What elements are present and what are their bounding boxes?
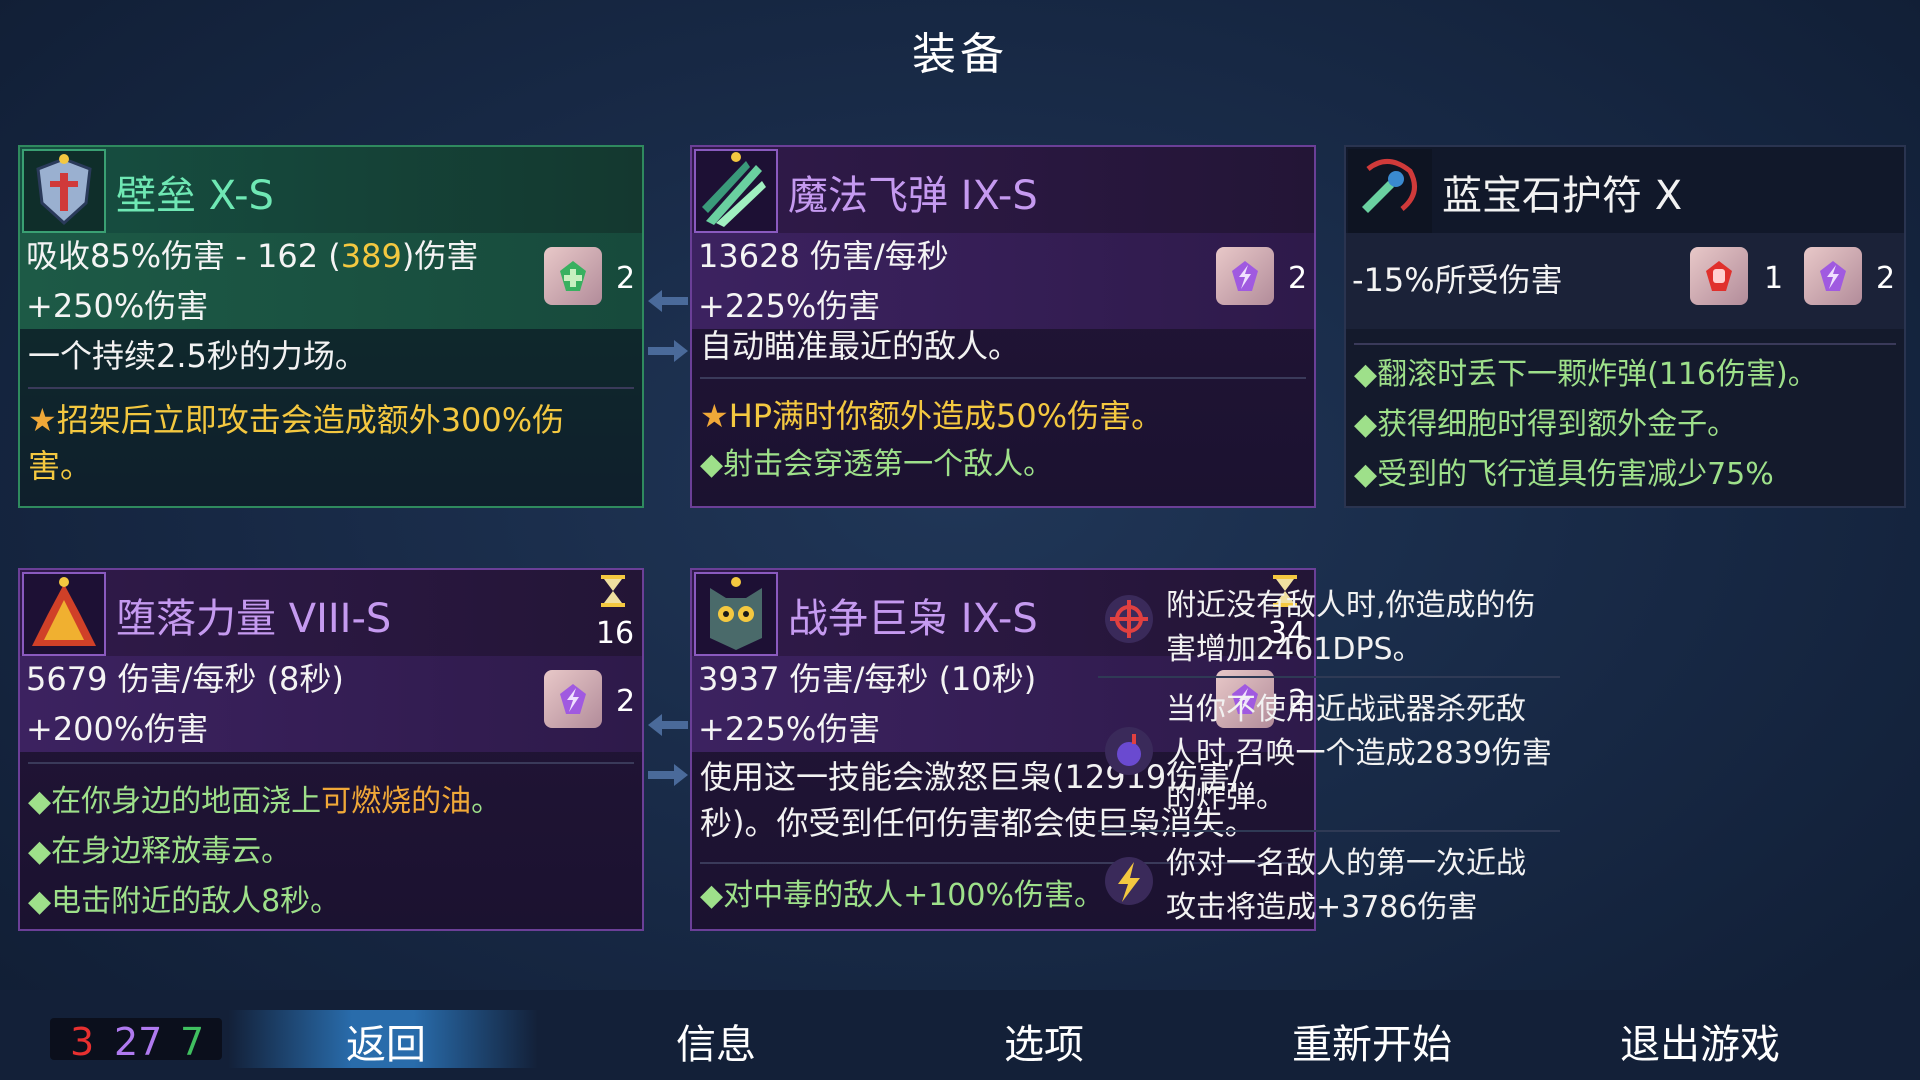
item-name: 蓝宝石护符 X (1442, 173, 1683, 219)
survival-scroll-icon (544, 247, 602, 305)
star-icon: ★ (28, 401, 57, 439)
item-damage-bonus: +225%伤害 (698, 710, 881, 748)
bomb-icon (1105, 727, 1153, 775)
item-bullet: ◆翻滚时丢下一颗炸弹(116伤害)。 (1354, 357, 1818, 392)
mutation-item[interactable]: 你对一名敌人的第一次近战攻击将造成+3786伤害 (1098, 834, 1560, 931)
options-button[interactable]: 选项 (1004, 1012, 1084, 1070)
item-bullet: ◆受到的飞行道具伤害减少75% (1354, 457, 1774, 492)
divider (1354, 343, 1896, 345)
card-header (20, 147, 642, 233)
item-stat-line: 吸收85%伤害 - 162 (389)伤害 (26, 237, 479, 275)
cooldown-timer: 16 (595, 616, 635, 651)
mutation-item[interactable]: 当你不使用近战武器杀死敌人时,召唤一个造成2839伤害的炸弹。 (1098, 680, 1560, 832)
item-bullet: ◆电击附近的敌人8秒。 (28, 884, 341, 919)
tactics-scroll-icon (1804, 247, 1862, 305)
survival-count: 7 (180, 1020, 205, 1064)
lightning-icon (1105, 857, 1153, 905)
item-description: 自动瞄准最近的敌人。 (700, 327, 1021, 365)
divider (700, 377, 1306, 379)
screen-title: 装备 (912, 29, 1008, 80)
divider (28, 762, 634, 764)
item-description: 一个持续2.5秒的力场。 (28, 337, 367, 375)
crosshair-icon (1105, 595, 1153, 643)
tactics-count: 27 (114, 1020, 163, 1064)
item-name: 壁垒 X-S (116, 173, 274, 219)
item-damage-bonus: +225%伤害 (698, 287, 881, 325)
scroll-count: 1 (1764, 261, 1784, 296)
mutation-text: 附近没有敌人时,你造成的伤害增加2461DPS。 (1166, 588, 1536, 667)
info-button[interactable]: 信息 (676, 1012, 756, 1070)
item-perk: ★HP满时你额外造成50%伤害。 (700, 397, 1164, 435)
amulet-icon (1348, 149, 1432, 233)
item-bullet: ◆在你身边的地面浇上可燃烧的油。 (28, 784, 502, 819)
mutation-text: 当你不使用近战武器杀死敌人时,召唤一个造成2839伤害的炸弹。 (1166, 692, 1552, 815)
equipment-card-corrupted-power[interactable]: 堕落力量 VIII-S 16 5679 伤害/每秒 (8秒) +200%伤害 2… (18, 568, 644, 931)
item-damage-bonus: +250%伤害 (26, 287, 209, 325)
item-bullet: ◆在身边释放毒云。 (28, 834, 292, 869)
scroll-count: 2 (616, 684, 636, 719)
item-damage-bonus: +200%伤害 (26, 710, 209, 748)
item-stat-line: 5679 伤害/每秒 (8秒) (26, 660, 344, 698)
scroll-count: 2 (1288, 261, 1308, 296)
item-stat-line: 13628 伤害/每秒 (698, 237, 949, 275)
stat-counter: 3 27 7 (50, 1018, 222, 1064)
mutation-text: 你对一名敌人的第一次近战攻击将造成+3786伤害 (1166, 846, 1526, 925)
scroll-count: 2 (1876, 261, 1896, 296)
item-name: 堕落力量 VIII-S (116, 596, 392, 642)
star-icon: ★ (700, 397, 729, 435)
restart-button[interactable]: 重新开始 (1292, 1012, 1452, 1070)
tactics-scroll-icon (544, 670, 602, 728)
quit-game-button[interactable]: 退出游戏 (1620, 1012, 1780, 1070)
scroll-count: 2 (616, 261, 636, 296)
shield-icon (22, 149, 106, 233)
tactics-scroll-icon (1216, 247, 1274, 305)
item-bullet: ◆获得细胞时得到额外金子。 (1354, 407, 1738, 442)
arrow-right-icon[interactable] (646, 762, 690, 788)
brutality-scroll-icon (1690, 247, 1748, 305)
item-stat-line: -15%所受伤害 (1352, 261, 1563, 299)
equipment-card-rampart[interactable]: 壁垒 X-S 吸收85%伤害 - 162 (389)伤害 +250%伤害 2 一… (18, 145, 644, 508)
brutality-count: 3 (70, 1020, 95, 1064)
owl-icon (694, 572, 778, 656)
equipment-card-sapphire-amulet[interactable]: 蓝宝石护符 X -15%所受伤害 1 2 ◆翻滚时丢下一颗炸弹(116伤害)。 … (1344, 145, 1906, 508)
magic-missile-icon (694, 149, 778, 233)
item-stat-line: 3937 伤害/每秒 (10秒) (698, 660, 1037, 698)
arrow-left-icon[interactable] (646, 288, 690, 314)
arrow-right-icon[interactable] (646, 338, 690, 364)
item-name: 魔法飞弹 IX-S (788, 173, 1038, 219)
item-perk: ★招架后立即攻击会造成额外300%伤害。 (28, 401, 565, 485)
equipment-card-magic-missiles[interactable]: 魔法飞弹 IX-S 13628 伤害/每秒 +225%伤害 2 自动瞄准最近的敌… (690, 145, 1316, 508)
hourglass-icon (601, 575, 625, 607)
item-bullet: ◆射击会穿透第一个敌人。 (700, 447, 1054, 482)
arrow-left-icon[interactable] (646, 712, 690, 738)
mutation-item[interactable]: 附近没有敌人时,你造成的伤害增加2461DPS。 (1098, 568, 1560, 678)
mutations-panel: 附近没有敌人时,你造成的伤害增加2461DPS。 当你不使用近战武器杀死敌人时,… (1098, 568, 1560, 931)
back-button[interactable]: 返回 (346, 1012, 426, 1070)
corrupted-power-icon (22, 572, 106, 656)
item-name: 战争巨枭 IX-S (788, 596, 1038, 642)
divider (28, 387, 634, 389)
